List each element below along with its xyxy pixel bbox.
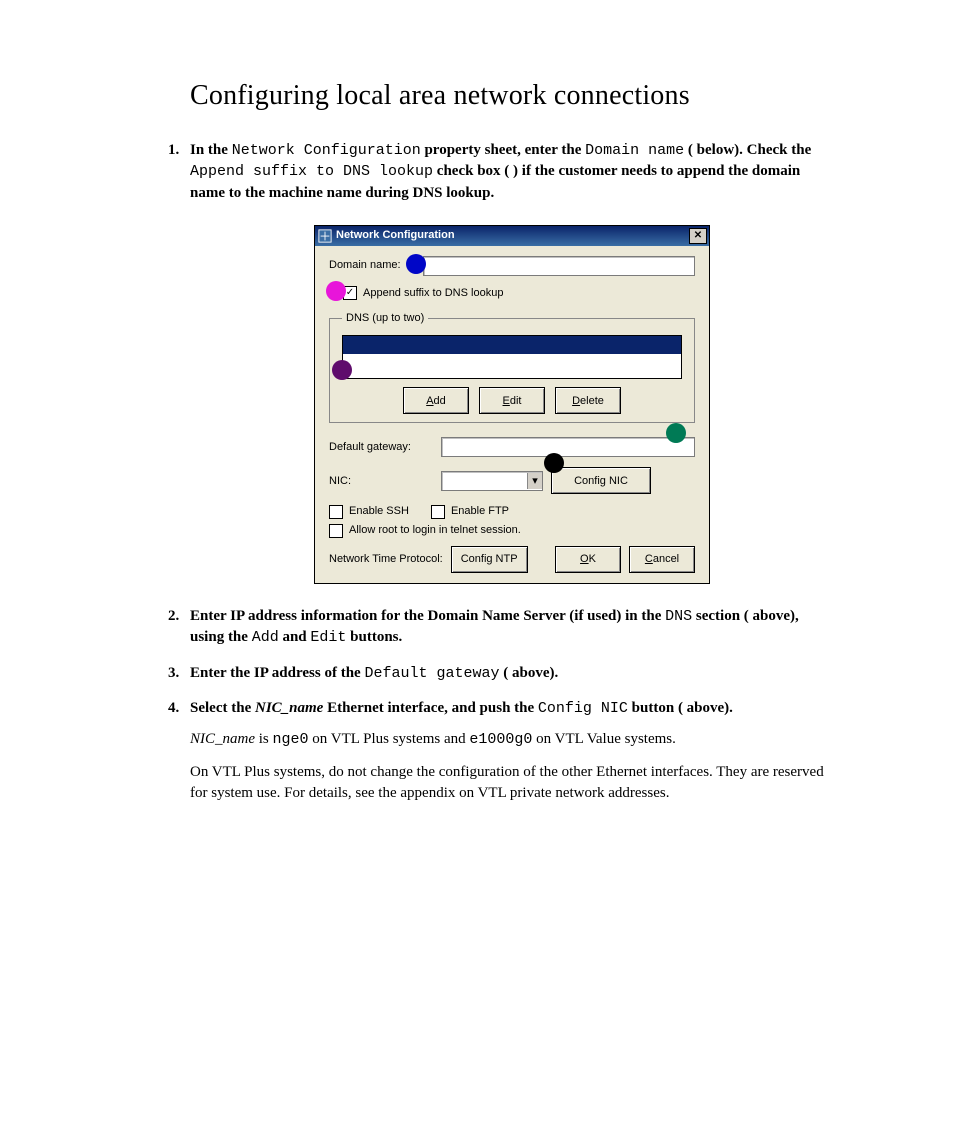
config-ntp-button[interactable]: Config NTP <box>451 546 528 573</box>
callout-dot-nic <box>544 453 564 473</box>
enable-ssh-label: Enable SSH <box>349 504 409 519</box>
delete-button[interactable]: Delete <box>555 387 621 414</box>
step-2: 2. Enter IP address information for the … <box>190 606 834 649</box>
network-config-dialog: Network Configuration ✕ Domain name: App… <box>314 225 710 584</box>
ok-button[interactable]: OK <box>555 546 621 573</box>
domain-name-input[interactable] <box>423 256 695 276</box>
callout-dot-gateway <box>666 423 686 443</box>
vtl-plus-note: On VTL Plus systems, do not change the c… <box>190 762 834 803</box>
nic-name-note: NIC_name is nge0 on VTL Plus systems and… <box>190 729 834 750</box>
dialog-title: Network Configuration <box>336 228 455 243</box>
step-number: 3. <box>168 663 179 683</box>
step-number: 4. <box>168 698 179 718</box>
add-button[interactable]: Add <box>403 387 469 414</box>
edit-button[interactable]: Edit <box>479 387 545 414</box>
chevron-down-icon: ▾ <box>527 473 542 489</box>
app-icon <box>318 229 332 243</box>
enable-ftp-label: Enable FTP <box>451 504 509 519</box>
nic-label: NIC: <box>329 474 441 489</box>
cancel-button[interactable]: Cancel <box>629 546 695 573</box>
dialog-titlebar[interactable]: Network Configuration ✕ <box>315 226 709 246</box>
dns-group: DNS (up to two) Add Edit Delete <box>329 311 695 424</box>
append-suffix-label: Append suffix to DNS lookup <box>363 286 503 301</box>
callout-dot-append <box>326 281 346 301</box>
enable-ssh-checkbox[interactable] <box>329 505 343 519</box>
dns-legend: DNS (up to two) <box>342 311 428 326</box>
config-nic-button[interactable]: Config NIC <box>551 467 651 494</box>
callout-dot-domain <box>406 254 426 274</box>
dns-list-selection[interactable] <box>343 336 681 354</box>
callout-dot-dns <box>332 360 352 380</box>
allow-root-label: Allow root to login in telnet session. <box>349 523 521 538</box>
page-title: Configuring local area network connectio… <box>190 80 834 112</box>
gateway-label: Default gateway: <box>329 440 441 455</box>
allow-root-checkbox[interactable] <box>329 524 343 538</box>
step-number: 2. <box>168 606 179 626</box>
dns-listbox[interactable] <box>342 335 682 379</box>
step-4: 4. Select the NIC_name Ethernet interfac… <box>190 698 834 803</box>
ntp-label: Network Time Protocol: <box>329 552 443 567</box>
step-1: 1. In the Network Configuration property… <box>190 140 834 584</box>
gateway-input[interactable] <box>441 437 695 457</box>
nic-combobox[interactable]: ▾ <box>441 471 543 491</box>
close-button[interactable]: ✕ <box>689 228 707 244</box>
step-number: 1. <box>168 140 179 160</box>
step-3: 3. Enter the IP address of the Default g… <box>190 663 834 684</box>
enable-ftp-checkbox[interactable] <box>431 505 445 519</box>
